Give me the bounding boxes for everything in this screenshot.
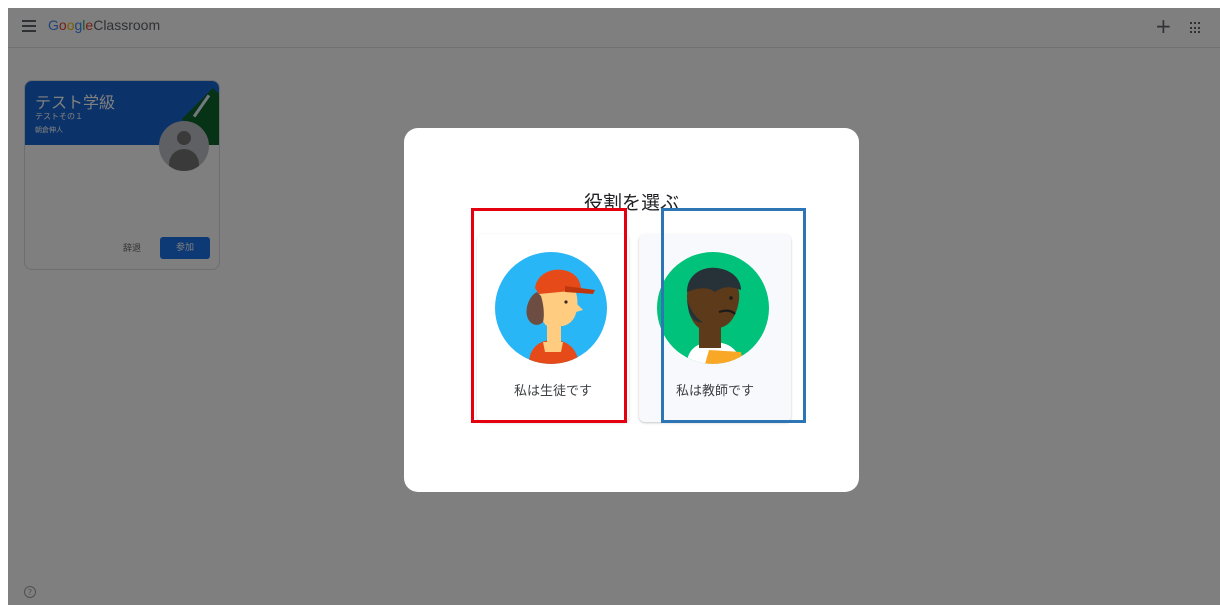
teacher-highlight-box bbox=[661, 208, 806, 423]
screen: GoogleClassroom + テスト学級 テストその１ 朝倉伸人 辞退 参… bbox=[0, 0, 1220, 605]
student-highlight-box bbox=[471, 208, 627, 423]
